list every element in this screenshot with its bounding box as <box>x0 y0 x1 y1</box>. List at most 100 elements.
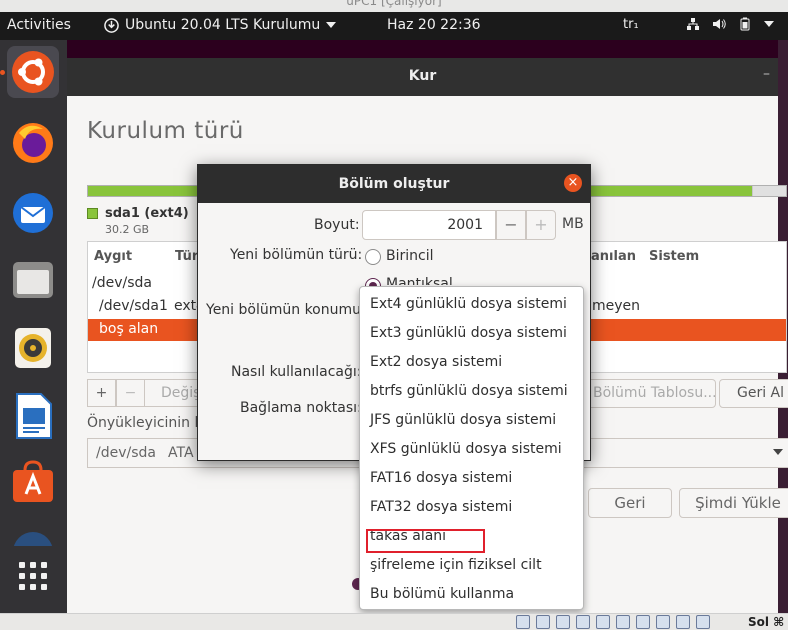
legend-partition-size: 30.2 GB <box>105 223 150 236</box>
primary-radio[interactable] <box>365 249 381 265</box>
download-icon[interactable] <box>696 615 710 629</box>
window-header: Kur – <box>67 58 778 96</box>
network-icon <box>687 18 699 30</box>
vrde-icon[interactable] <box>676 615 690 629</box>
app-menu-label: Ubuntu 20.04 LTS Kurulumu <box>125 17 321 33</box>
chevron-down-icon <box>326 22 337 28</box>
use-as-label: Nasıl kullanılacağı: <box>231 364 362 380</box>
host-status-icons <box>516 615 710 629</box>
new-partition-table-button[interactable]: Bölümü Tablosu... <box>570 379 716 408</box>
menu-item-btrfs[interactable]: btrfs günlüklü dosya sistemi <box>370 383 568 399</box>
dock-libreoffice-writer[interactable] <box>7 390 59 442</box>
shared-folder-icon[interactable] <box>636 615 650 629</box>
size-input[interactable]: 2001 <box>362 210 496 240</box>
minimize-button[interactable]: – <box>763 66 770 82</box>
dialog-header: Bölüm oluştur × <box>198 165 590 203</box>
menu-item-fat32[interactable]: FAT32 dosya sistemi <box>370 499 512 515</box>
legend-partition-name: sda1 (ext4) <box>105 206 189 221</box>
menu-item-ext2[interactable]: Ext2 dosya sistemi <box>370 354 502 370</box>
dock-ubuntu-installer[interactable] <box>7 46 59 98</box>
column-header-device: Aygıt <box>94 249 133 264</box>
host-status-bar: Sol ⌘ <box>0 613 788 630</box>
revert-button[interactable]: Geri Al <box>719 379 788 408</box>
ubuntu-installer-icon <box>12 51 54 93</box>
size-increment-button[interactable]: + <box>526 210 556 240</box>
dock-help[interactable] <box>7 526 59 546</box>
software-icon <box>13 460 53 502</box>
system-tray[interactable] <box>686 17 774 31</box>
page-title: Kurulum türü <box>87 118 244 144</box>
menu-item-xfs[interactable]: XFS günlüklü dosya sistemi <box>370 441 562 457</box>
host-title-text: uPC1 [Çalışıyor] <box>346 0 442 8</box>
display-icon[interactable] <box>616 615 630 629</box>
size-unit-label: MB <box>562 216 584 232</box>
cell-used: meyen <box>592 298 641 314</box>
menu-item-ext4[interactable]: Ext4 günlüklü dosya sistemi <box>370 296 567 312</box>
partition-location-label: Yeni bölümün konumu: <box>206 302 366 318</box>
audio-icon[interactable] <box>596 615 610 629</box>
capture-icon[interactable] <box>656 615 670 629</box>
usb-icon[interactable] <box>556 615 570 629</box>
help-icon <box>13 532 53 546</box>
chevron-down-icon <box>764 21 774 27</box>
cell-device: /dev/sda <box>92 275 152 291</box>
dock-thunderbird[interactable] <box>7 187 59 239</box>
top-bar: Activities Ubuntu 20.04 LTS Kurulumu Haz… <box>0 12 788 40</box>
menu-item-ext3[interactable]: Ext3 günlüklü dosya sistemi <box>370 325 567 341</box>
host-key-indicator: Sol ⌘ <box>748 615 785 629</box>
optical-icon[interactable] <box>536 615 550 629</box>
network-icon[interactable] <box>576 615 590 629</box>
menu-item-do-not-use[interactable]: Bu bölümü kullanma <box>370 586 514 602</box>
column-header-type: Tür <box>175 249 199 264</box>
menu-item-jfs[interactable]: JFS günlüklü dosya sistemi <box>370 412 556 428</box>
dock <box>0 40 67 613</box>
cell-device: /dev/sda1 <box>99 298 168 314</box>
change-partition-button[interactable]: Değiş <box>145 379 205 407</box>
partition-type-label: Yeni bölümün türü: <box>230 247 363 263</box>
chevron-down-icon <box>773 449 783 455</box>
close-button[interactable]: × <box>564 174 582 192</box>
rhythmbox-icon <box>15 328 51 368</box>
back-button[interactable]: Geri <box>588 488 672 518</box>
volume-icon <box>713 19 726 29</box>
remove-partition-button[interactable]: − <box>116 379 145 407</box>
dock-firefox[interactable] <box>7 117 59 169</box>
logical-radio-label: Mantıksal <box>386 276 453 285</box>
cell-device: boş alan <box>99 321 159 337</box>
writer-icon <box>16 393 52 439</box>
installer-icon <box>104 17 119 33</box>
dock-rhythmbox[interactable] <box>7 322 59 374</box>
dock-ubuntu-software[interactable] <box>7 456 59 508</box>
hdd-icon[interactable] <box>516 615 530 629</box>
column-header-used: anılan <box>591 249 636 264</box>
bootloader-device-detail: ATA <box>168 445 194 461</box>
running-indicator <box>0 70 5 75</box>
menu-item-fat16[interactable]: FAT16 dosya sistemi <box>370 470 512 486</box>
primary-radio-label: Birincil <box>386 248 434 264</box>
bootloader-device: /dev/sda <box>96 445 156 461</box>
legend-swatch <box>87 208 98 219</box>
size-label: Boyut: <box>314 217 360 233</box>
grid-icon <box>19 562 47 590</box>
add-partition-button[interactable]: + <box>87 379 116 407</box>
mount-point-label: Bağlama noktası: <box>240 400 362 416</box>
window-title: Kur <box>408 68 437 84</box>
app-menu[interactable]: Ubuntu 20.04 LTS Kurulumu <box>104 17 337 33</box>
partition-free-segment <box>752 186 786 196</box>
clock[interactable]: Haz 20 22:36 <box>387 17 481 33</box>
dialog-title: Bölüm oluştur <box>338 176 450 192</box>
size-decrement-button[interactable]: − <box>496 210 526 240</box>
menu-item-encrypted-volume[interactable]: şifreleme için fiziksel cilt <box>370 557 542 573</box>
install-now-button[interactable]: Şimdi Yükle <box>679 488 788 518</box>
activities-button[interactable]: Activities <box>7 17 71 33</box>
bootloader-label: Önyükleyicinin ku <box>87 415 212 431</box>
filesystem-dropdown-menu: Ext4 günlüklü dosya sistemi Ext3 günlükl… <box>359 286 584 610</box>
keyboard-layout-indicator[interactable]: tr₁ <box>623 17 639 32</box>
battery-icon <box>740 17 750 31</box>
show-applications-button[interactable] <box>7 551 59 603</box>
host-window-title: uPC1 [Çalışıyor] <box>0 0 788 12</box>
firefox-icon <box>13 123 53 163</box>
dock-files[interactable] <box>7 254 59 306</box>
column-header-system: Sistem <box>649 249 700 264</box>
thunderbird-icon <box>13 193 53 233</box>
